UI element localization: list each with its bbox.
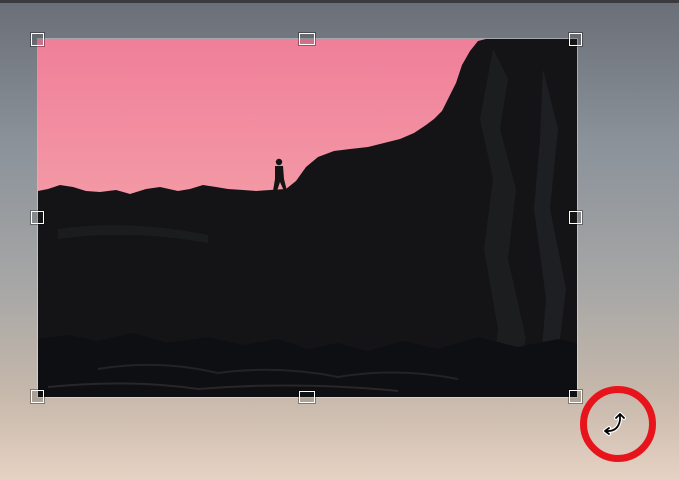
resize-handle-middle-right[interactable] xyxy=(568,210,583,225)
rotate-icon[interactable] xyxy=(598,406,634,442)
resize-handle-bottom-left[interactable] xyxy=(30,389,45,404)
resize-handle-middle-left[interactable] xyxy=(30,210,45,225)
resize-handle-top-center[interactable] xyxy=(298,32,316,46)
editor-canvas[interactable] xyxy=(0,0,679,480)
resize-handle-top-right[interactable] xyxy=(568,32,583,47)
resize-handle-bottom-right[interactable] xyxy=(568,389,583,404)
resize-handle-top-left[interactable] xyxy=(30,32,45,47)
canvas-top-edge xyxy=(0,0,679,3)
selected-image[interactable] xyxy=(38,39,577,397)
sea-arch-photo xyxy=(38,39,577,397)
resize-handle-bottom-center[interactable] xyxy=(298,390,316,404)
